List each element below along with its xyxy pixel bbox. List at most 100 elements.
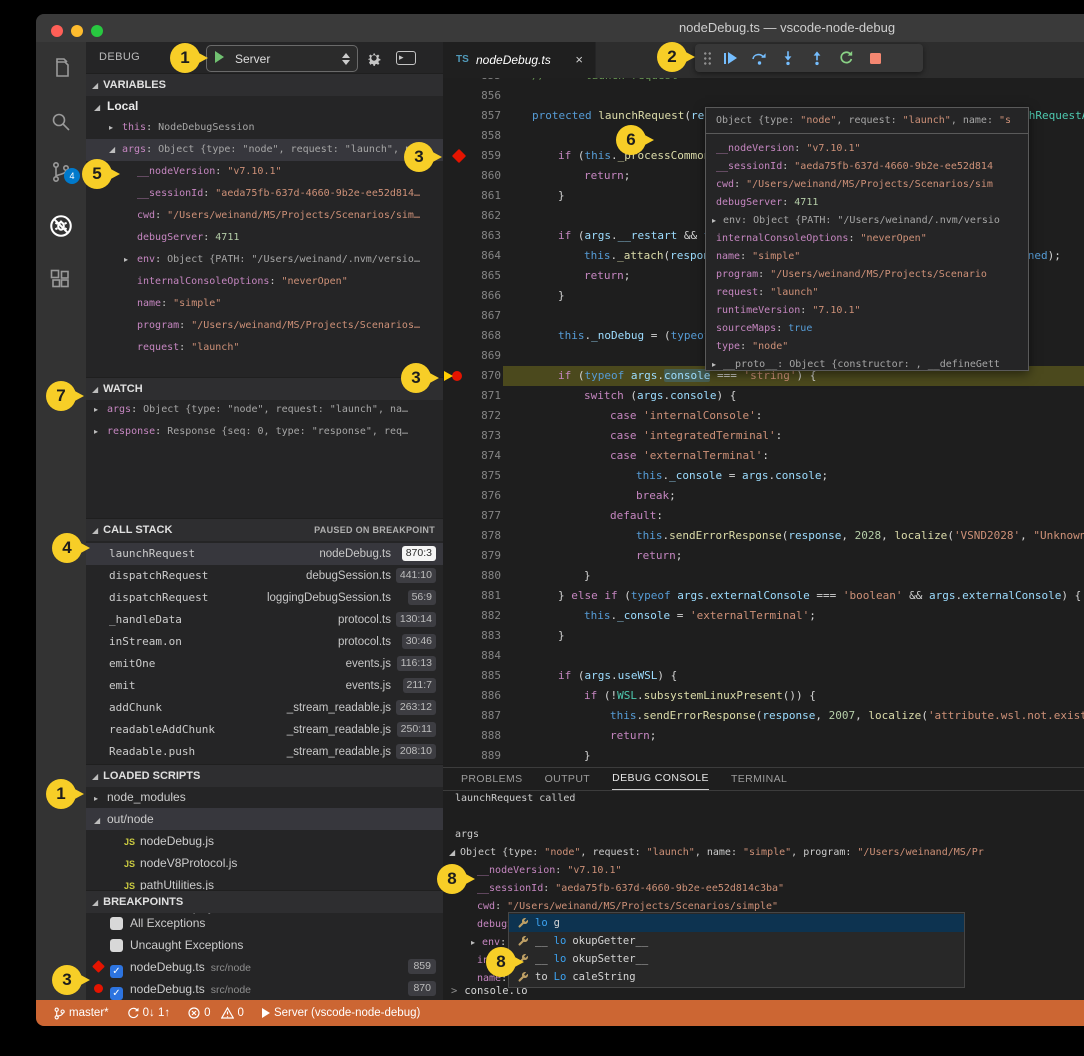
variable-row[interactable]: cwd: "/Users/weinand/MS/Projects/Scenari… <box>86 205 443 227</box>
variable-row[interactable]: ▸this: NodeDebugSession <box>86 117 443 139</box>
loaded-script-row[interactable]: JSnodeV8Protocol.js <box>86 852 443 874</box>
variable-row[interactable]: ◢args: Object {type: "node", request: "l… <box>86 139 443 161</box>
breakpoint-checkbox[interactable]: ✓ <box>110 987 123 1000</box>
tooltip-row[interactable]: internalConsoleOptions: "neverOpen" <box>706 230 1028 248</box>
breakpoint-row[interactable]: ✓nodeDebug.tssrc/node859 <box>86 956 443 978</box>
call-stack-frame[interactable]: inStream.onprotocol.ts30:46 <box>86 631 443 653</box>
line-number[interactable]: 855 <box>443 78 501 86</box>
loaded-script-row[interactable]: ▸node_modules <box>86 786 443 808</box>
twisty-expanded-icon[interactable]: ◢ <box>449 844 460 862</box>
tooltip-row[interactable]: type: "node" <box>706 338 1028 356</box>
twisty-expanded-icon[interactable]: ◢ <box>92 81 98 90</box>
line-number[interactable]: 885 <box>443 666 501 686</box>
section-header-breakpoints[interactable]: ◢BREAKPOINTS <box>86 890 443 913</box>
console-row[interactable]: args <box>443 826 1084 844</box>
breakpoint-row[interactable]: ✓nodeDebug.tssrc/node870 <box>86 978 443 1000</box>
suggest-item[interactable]: toLocaleString <box>509 968 964 986</box>
code-line[interactable]: 877default: <box>443 506 1084 526</box>
call-stack-frame[interactable]: readableAddChunk_stream_readable.js250:1… <box>86 719 443 741</box>
open-repl-icon[interactable]: ▸ <box>394 46 418 70</box>
line-number[interactable]: 869 <box>443 346 501 366</box>
tooltip-row[interactable]: name: "simple" <box>706 248 1028 266</box>
twisty-expanded-icon[interactable]: ◢ <box>94 97 107 117</box>
continue-icon[interactable] <box>719 47 741 69</box>
source-control-icon[interactable]: 4 <box>36 150 86 194</box>
call-stack-frame[interactable]: addChunk_stream_readable.js263:12 <box>86 697 443 719</box>
call-stack-frame[interactable]: emitOneevents.js116:13 <box>86 653 443 675</box>
console-row[interactable] <box>443 808 1084 826</box>
twisty-collapsed-icon[interactable]: ▸ <box>109 117 122 139</box>
line-number[interactable]: 860 <box>443 166 501 186</box>
launch-config-dropdown[interactable]: Server <box>206 45 358 72</box>
minimize-window-button[interactable] <box>71 25 83 37</box>
watch-row[interactable]: ▸args: Object {type: "node", request: "l… <box>86 399 443 421</box>
variable-row[interactable]: name: "simple" <box>86 293 443 315</box>
toolbar-drag-handle-icon[interactable] <box>703 51 712 65</box>
line-number[interactable]: 887 <box>443 706 501 726</box>
tooltip-row[interactable]: sourceMaps: true <box>706 320 1028 338</box>
call-stack-frame[interactable]: _handleDataprotocol.ts130:14 <box>86 609 443 631</box>
twisty-expanded-icon[interactable]: ◢ <box>109 139 122 161</box>
sync-item[interactable]: 0↓ 1↑ <box>127 1007 171 1019</box>
call-stack-frame[interactable]: dispatchRequestdebugSession.ts441:10 <box>86 565 443 587</box>
explorer-icon[interactable] <box>36 46 86 90</box>
line-number[interactable]: 883 <box>443 626 501 646</box>
twisty-collapsed-icon[interactable]: ▸ <box>712 212 723 230</box>
tooltip-row[interactable]: debugServer: 4711 <box>706 194 1028 212</box>
code-line[interactable]: 856 <box>443 86 1084 106</box>
loaded-script-row[interactable]: ◢out/node <box>86 808 443 830</box>
code-line[interactable]: 883} <box>443 626 1084 646</box>
line-number[interactable]: 863 <box>443 226 501 246</box>
variable-row[interactable]: debugServer: 4711 <box>86 227 443 249</box>
line-number[interactable]: 881 <box>443 586 501 606</box>
breakpoint-row[interactable]: All Exceptions <box>86 912 443 934</box>
line-number[interactable]: 861 <box>443 186 501 206</box>
watch-row[interactable]: ▸response: Response {seq: 0, type: "resp… <box>86 421 443 443</box>
step-out-icon[interactable] <box>806 47 828 69</box>
call-stack-frame[interactable]: launchRequestnodeDebug.ts870:3 <box>86 543 443 565</box>
line-number[interactable]: 884 <box>443 646 501 666</box>
code-line[interactable]: 872case 'internalConsole': <box>443 406 1084 426</box>
line-number[interactable]: 868 <box>443 326 501 346</box>
code-line[interactable]: 876break; <box>443 486 1084 506</box>
section-header-variables[interactable]: ◢VARIABLES <box>86 73 443 96</box>
panel-tab-output[interactable]: OUTPUT <box>545 769 591 790</box>
line-number[interactable]: 867 <box>443 306 501 326</box>
line-number[interactable]: 865 <box>443 266 501 286</box>
variable-row[interactable]: program: "/Users/weinand/MS/Projects/Sce… <box>86 315 443 337</box>
tooltip-row[interactable]: ▸env: Object {PATH: "/Users/weinand/.nvm… <box>706 212 1028 230</box>
tooltip-row[interactable]: __nodeVersion: "v7.10.1" <box>706 140 1028 158</box>
line-number[interactable]: 857 <box>443 106 501 126</box>
extensions-icon[interactable] <box>36 258 86 302</box>
line-number[interactable]: 856 <box>443 86 501 106</box>
search-icon[interactable] <box>36 100 86 144</box>
code-line[interactable]: 885if (args.useWSL) { <box>443 666 1084 686</box>
line-number[interactable]: 888 <box>443 726 501 746</box>
line-number[interactable]: 871 <box>443 386 501 406</box>
code-line[interactable]: 880} <box>443 566 1084 586</box>
variable-row[interactable]: ▸env: Object {PATH: "/Users/weinand/.nvm… <box>86 249 443 271</box>
call-stack-frame[interactable]: dispatchRequestloggingDebugSession.ts56:… <box>86 587 443 609</box>
code-line[interactable]: 879return; <box>443 546 1084 566</box>
console-row[interactable]: ◢Object {type: "node", request: "launch"… <box>443 844 1084 862</box>
line-number[interactable]: 858 <box>443 126 501 146</box>
panel-tab-terminal[interactable]: TERMINAL <box>731 769 787 790</box>
code-line[interactable]: 889} <box>443 746 1084 766</box>
git-branch-item[interactable]: master* <box>54 1007 109 1020</box>
line-number[interactable]: 889 <box>443 746 501 766</box>
twisty-collapsed-icon[interactable]: ▸ <box>94 399 107 421</box>
code-line[interactable]: 875this._console = args.console; <box>443 466 1084 486</box>
console-row[interactable]: __nodeVersion: "v7.10.1" <box>443 862 1084 880</box>
code-line[interactable]: 855// launch request <box>443 78 1084 86</box>
gear-icon[interactable] <box>362 46 386 70</box>
tooltip-row[interactable]: cwd: "/Users/weinand/MS/Projects/Scenari… <box>706 176 1028 194</box>
close-window-button[interactable] <box>51 25 63 37</box>
code-line[interactable]: 886if (!WSL.subsystemLinuxPresent()) { <box>443 686 1084 706</box>
line-number[interactable]: 882 <box>443 606 501 626</box>
breakpoint-checkbox[interactable]: ✓ <box>110 965 123 978</box>
suggest-item[interactable]: log <box>509 914 964 932</box>
line-number[interactable]: 864 <box>443 246 501 266</box>
variable-row[interactable]: __nodeVersion: "v7.10.1" <box>86 161 443 183</box>
line-number[interactable]: 873 <box>443 426 501 446</box>
twisty-expanded-icon[interactable]: ◢ <box>92 526 98 535</box>
